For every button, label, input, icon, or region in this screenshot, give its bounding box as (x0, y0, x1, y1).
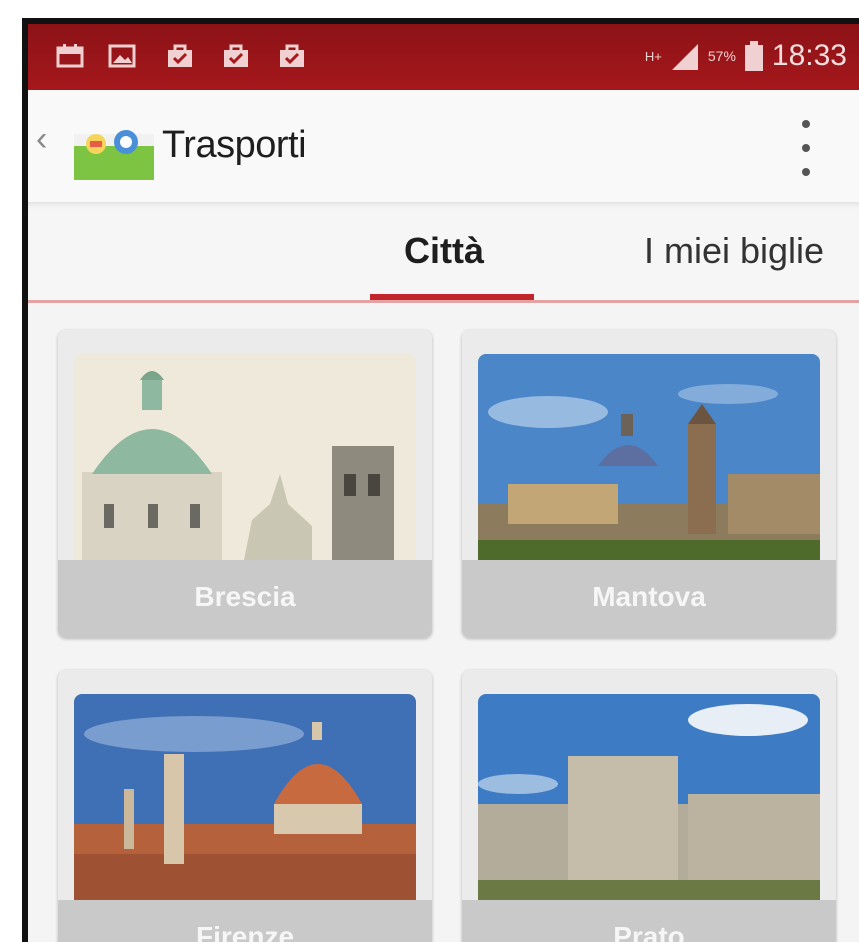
overflow-menu-icon[interactable] (796, 120, 816, 176)
tab-my-tickets[interactable]: I miei biglie (644, 202, 824, 300)
city-name: Brescia (58, 560, 432, 638)
app-logo[interactable] (74, 114, 154, 180)
app-title: Trasporti (162, 124, 307, 166)
city-name: Firenze (58, 900, 432, 942)
city-card-firenze[interactable]: Firenze (58, 670, 432, 942)
calendar-icon (56, 44, 84, 68)
signal-icon (671, 44, 698, 70)
tab-bar: Città I miei biglie (28, 202, 859, 303)
network-type: H+ (644, 48, 662, 64)
tab-citta[interactable]: Città (404, 202, 484, 300)
brescia-photo (74, 354, 416, 560)
bag-check-icon (168, 44, 192, 67)
mantova-photo (478, 354, 820, 560)
status-bar: H+ 57% 18:33 (28, 24, 859, 90)
city-card-brescia[interactable]: Brescia (58, 330, 432, 638)
selected-tab-indicator (370, 294, 534, 300)
battery-percent: 57% (707, 48, 736, 64)
back-chevron-icon[interactable]: ‹ (36, 120, 47, 159)
firenze-photo (74, 694, 416, 900)
app-bar: ‹ Trasporti (28, 90, 859, 202)
prato-photo (478, 694, 820, 900)
phone-screen: H+ 57% 18:33 ‹ Trasporti Città I miei bi… (22, 18, 859, 942)
battery-icon (744, 41, 763, 71)
city-name: Mantova (462, 560, 836, 638)
city-card-mantova[interactable]: Mantova (462, 330, 836, 638)
bag-check-icon (280, 44, 304, 67)
city-card-prato[interactable]: Prato (462, 670, 836, 942)
city-name: Prato (462, 900, 836, 942)
image-icon (108, 44, 136, 68)
bag-check-icon (224, 44, 248, 67)
status-right: H+ 57% 18:33 (645, 38, 847, 74)
clock: 18:33 (771, 39, 847, 72)
